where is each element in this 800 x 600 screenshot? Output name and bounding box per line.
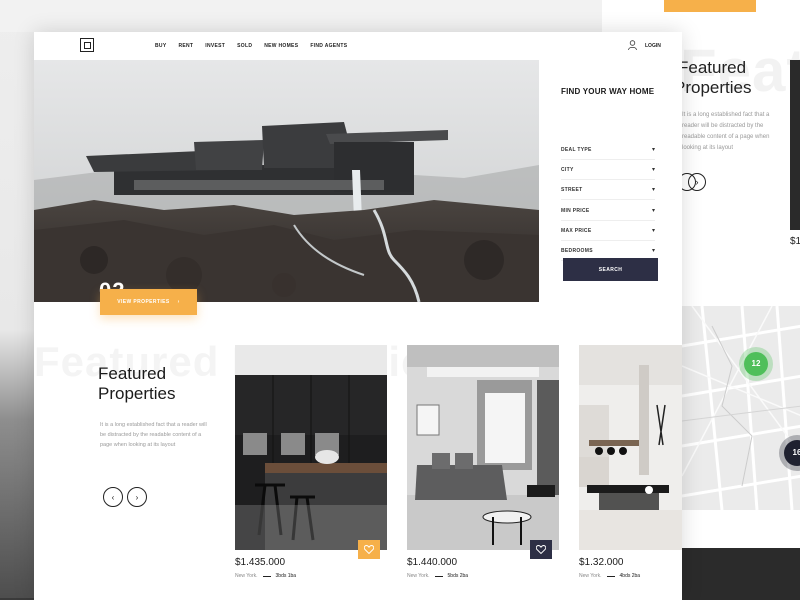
living-room-photo: [407, 345, 559, 550]
heart-icon: [364, 545, 374, 554]
view-properties-button[interactable]: VIEW PROPERTIES ›: [100, 289, 197, 315]
heart-icon: [536, 545, 546, 554]
nav-link-sold[interactable]: SOLD: [237, 43, 252, 49]
secondary-price: $1,: [790, 236, 800, 247]
chevron-down-icon: ▾: [651, 208, 655, 214]
search-title: FIND YOUR WAY HOME: [561, 87, 655, 96]
nav-links: BUY RENT INVEST SOLD NEW HOMES FIND AGEN…: [155, 43, 347, 49]
login-link[interactable]: LOGIN: [645, 43, 661, 49]
secondary-featured-description: It is a long established fact that a rea…: [682, 112, 770, 151]
chevron-down-icon: ▾: [651, 167, 655, 173]
nav-link-find-agents[interactable]: FIND AGENTS: [310, 43, 347, 49]
property-map[interactable]: 12 16: [682, 306, 800, 510]
chevron-right-icon: ›: [177, 299, 180, 305]
chevron-right-icon: ›: [135, 492, 139, 502]
nav-link-rent[interactable]: RENT: [178, 43, 193, 49]
chevron-down-icon: ▾: [651, 147, 655, 153]
favorite-button[interactable]: [358, 540, 380, 559]
top-nav: BUY RENT INVEST SOLD NEW HOMES FIND AGEN…: [34, 32, 682, 60]
nav-link-new-homes[interactable]: NEW HOMES: [264, 43, 298, 49]
search-panel: FIND YOUR WAY HOME DEAL TYPE ▾ CITY ▾ ST…: [539, 60, 682, 302]
property-card-image[interactable]: [235, 345, 387, 550]
background-blur-left: [0, 0, 36, 600]
logo-icon[interactable]: [80, 38, 94, 52]
city-select[interactable]: CITY ▾: [561, 160, 655, 180]
chevron-down-icon: ▾: [651, 248, 655, 254]
listing-price: $1.435.000: [235, 557, 286, 568]
kitchen-photo: [235, 345, 387, 550]
deal-type-select[interactable]: DEAL TYPE ▾: [561, 140, 655, 160]
favorite-button[interactable]: [530, 540, 552, 559]
secondary-property-image: [790, 60, 800, 230]
hero-house-image: [34, 60, 539, 302]
property-card-image[interactable]: [579, 345, 682, 550]
max-price-select[interactable]: MAX PRICE ▾: [561, 221, 655, 241]
min-price-select[interactable]: MIN PRICE ▾: [561, 201, 655, 221]
search-button[interactable]: SEARCH: [563, 258, 658, 281]
prev-arrow-button[interactable]: ‹: [103, 487, 123, 507]
chevron-down-icon: ▾: [651, 187, 655, 193]
nav-link-buy[interactable]: BUY: [155, 43, 166, 49]
featured-title: Featured Properties: [98, 364, 176, 403]
listing-meta: New York. 5bds 2ba: [407, 573, 469, 579]
dining-room-photo: [579, 345, 682, 550]
listing-meta: New York. 3bds 1ba: [235, 573, 297, 579]
hero-slider: 02: [34, 60, 539, 302]
secondary-orange-button: [664, 0, 756, 12]
listing-meta: New York. 4bds 2ba: [579, 573, 641, 579]
next-arrow-button[interactable]: ›: [127, 487, 147, 507]
featured-description: It is a long established fact that a rea…: [100, 422, 207, 448]
chevron-down-icon: ▾: [651, 228, 655, 234]
main-screen-card: BUY RENT INVEST SOLD NEW HOMES FIND AGEN…: [34, 32, 682, 600]
map-cluster-marker[interactable]: 12: [744, 352, 768, 376]
nav-link-invest[interactable]: INVEST: [205, 43, 225, 49]
secondary-bottom-image: [682, 548, 800, 600]
chevron-left-icon: ‹: [111, 492, 115, 502]
view-properties-label: VIEW PROPERTIES: [117, 299, 170, 305]
user-icon[interactable]: [628, 40, 637, 50]
property-card-image[interactable]: [407, 345, 559, 550]
secondary-featured-title: Featured Properties: [674, 58, 752, 97]
map-streets: [682, 306, 800, 510]
secondary-next-arrow: ›: [688, 173, 706, 191]
listing-price: $1.32.000: [579, 557, 624, 568]
listing-price: $1.440.000: [407, 557, 458, 568]
street-select[interactable]: STREET ▾: [561, 180, 655, 200]
